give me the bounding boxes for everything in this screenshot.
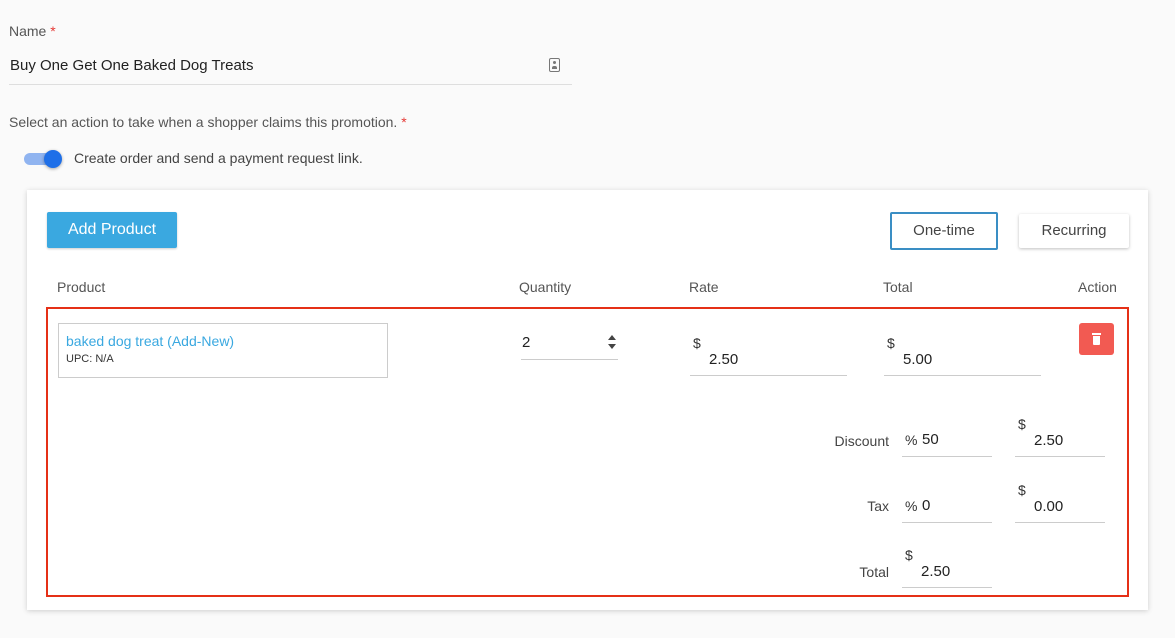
discount-amount-field[interactable]: $ 2.50 [1015, 416, 1105, 457]
spinner-down-icon[interactable] [608, 344, 616, 349]
action-prompt-text: Select an action to take when a shopper … [9, 114, 398, 130]
tax-amount-field[interactable]: $ 0.00 [1015, 482, 1105, 523]
column-header-rate: Rate [689, 279, 719, 295]
delete-line-button[interactable] [1079, 323, 1114, 355]
currency-symbol: $ [1018, 416, 1026, 432]
toggle-knob[interactable] [44, 150, 62, 168]
tax-percent-value[interactable]: 0 [922, 497, 930, 514]
total-label: Total [859, 564, 889, 580]
recurring-button[interactable]: Recurring [1019, 214, 1129, 248]
add-product-button[interactable]: Add Product [47, 212, 177, 248]
promotion-name-value[interactable]: Buy One Get One Baked Dog Treats [10, 57, 253, 74]
line-item-row: baked dog treat (Add-New) UPC: N/A 2 $ 2… [46, 307, 1129, 597]
column-header-total: Total [883, 279, 913, 295]
percent-symbol: % [905, 432, 918, 448]
tax-label: Tax [867, 498, 889, 514]
line-total-value: 5.00 [903, 351, 933, 368]
name-label-text: Name [9, 23, 47, 39]
quantity-stepper[interactable]: 2 [521, 329, 618, 360]
currency-symbol: $ [887, 335, 895, 351]
discount-label: Discount [834, 433, 889, 449]
percent-symbol: % [905, 498, 918, 514]
column-header-product: Product [57, 279, 106, 295]
grand-total-value: 2.50 [921, 563, 951, 580]
currency-symbol: $ [905, 547, 913, 563]
action-prompt: Select an action to take when a shopper … [9, 114, 407, 130]
quantity-value[interactable]: 2 [522, 334, 530, 351]
discount-amount-value[interactable]: 2.50 [1034, 432, 1063, 449]
currency-symbol: $ [693, 335, 701, 351]
discount-percent-value[interactable]: 50 [922, 431, 939, 448]
required-mark: * [401, 114, 407, 130]
promotion-name-field[interactable]: Buy One Get One Baked Dog Treats [9, 52, 572, 85]
product-upc: UPC: N/A [66, 353, 114, 365]
product-selector[interactable]: baked dog treat (Add-New) UPC: N/A [58, 323, 388, 378]
name-label: Name * [9, 23, 56, 39]
column-header-action: Action [1078, 279, 1117, 295]
product-name-link[interactable]: baked dog treat (Add-New) [66, 333, 234, 349]
trash-lid-icon [1092, 333, 1101, 335]
one-time-button[interactable]: One-time [890, 212, 998, 250]
spinner-arrows-icon[interactable] [608, 335, 616, 349]
discount-percent-field[interactable]: % 50 [902, 426, 992, 457]
spinner-up-icon[interactable] [608, 335, 616, 340]
tax-amount-value[interactable]: 0.00 [1034, 498, 1063, 515]
trash-icon[interactable] [1093, 336, 1100, 345]
toggle-label: Create order and send a payment request … [74, 150, 363, 166]
line-total-field: $ 5.00 [884, 335, 1041, 376]
grand-total-field: $ 2.50 [902, 547, 992, 588]
tax-percent-field[interactable]: % 0 [902, 492, 992, 523]
payment-request-toggle[interactable] [24, 150, 64, 168]
column-header-quantity: Quantity [519, 279, 572, 295]
required-mark: * [50, 23, 56, 39]
contact-card-icon[interactable] [549, 58, 560, 72]
currency-symbol: $ [1018, 482, 1026, 498]
rate-value[interactable]: 2.50 [709, 351, 738, 368]
rate-field[interactable]: $ 2.50 [690, 335, 847, 376]
order-card: Add Product One-time Recurring Product Q… [27, 190, 1148, 610]
